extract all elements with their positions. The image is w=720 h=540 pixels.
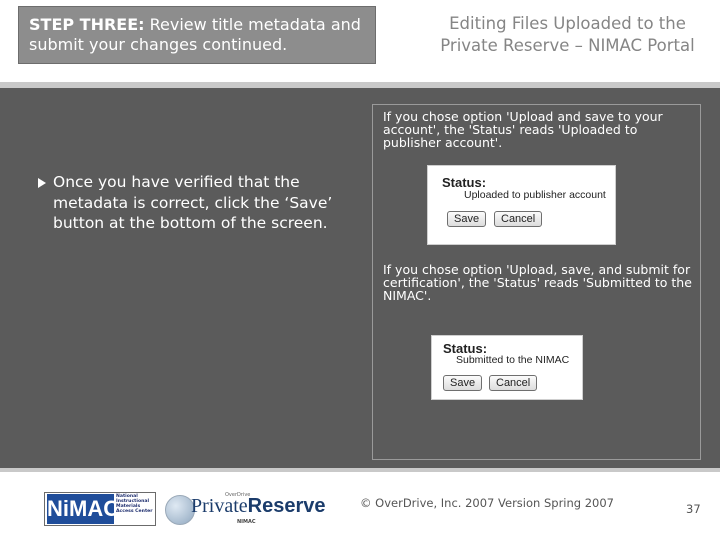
copyright-text: © OverDrive, Inc. 2007 Version Spring 20…: [360, 496, 614, 510]
instruction-text: Once you have verified that the metadata…: [53, 173, 333, 232]
status-value: Submitted to the NIMAC: [456, 354, 570, 366]
instruction-bullet: Once you have verified that the metadata…: [38, 172, 338, 234]
step-prefix: STEP THREE:: [29, 15, 145, 34]
private-reserve-logo: OverDrive PrivateReserve NIMAC: [165, 492, 335, 528]
status-examples-panel: If you chose option 'Upload and save to …: [372, 104, 701, 460]
bullet-arrow-icon: [38, 178, 46, 188]
slide-title-line2: Private Reserve – NIMAC Portal: [440, 36, 695, 55]
nimac-logo-subtext: National Instructional Materials Access …: [116, 494, 153, 514]
footer: NiMAC National Instructional Materials A…: [0, 472, 720, 540]
private-reserve-word-b: Reserve: [247, 495, 326, 517]
page-number: 37: [686, 502, 701, 516]
private-reserve-wordmark: PrivateReserve: [191, 495, 326, 518]
save-button[interactable]: Save: [447, 211, 487, 227]
note-upload-submit: If you chose option 'Upload, save, and s…: [383, 262, 692, 303]
save-button[interactable]: Save: [443, 375, 483, 391]
status-example-uploaded: Status: Uploaded to publisher account Sa…: [427, 165, 616, 245]
header-band: STEP THREE: Review title metadata and su…: [0, 0, 720, 88]
cancel-button[interactable]: Cancel: [494, 211, 543, 227]
cancel-button[interactable]: Cancel: [489, 375, 538, 391]
header-divider: [0, 82, 720, 88]
private-reserve-sub: NIMAC: [237, 519, 256, 525]
slide-title-line1: Editing Files Uploaded to the: [449, 14, 686, 33]
slide-title: Editing Files Uploaded to the Private Re…: [420, 13, 715, 57]
status-label: Status:: [442, 175, 487, 190]
status-value: Uploaded to publisher account: [464, 189, 606, 201]
note-upload-save: If you chose option 'Upload and save to …: [383, 109, 663, 150]
nimac-logo-wordmark: NiMAC: [47, 494, 119, 524]
nimac-logo: NiMAC National Instructional Materials A…: [44, 492, 156, 526]
private-reserve-word-a: Private: [191, 495, 248, 517]
status-example-submitted: Status: Submitted to the NIMAC Save Canc…: [431, 335, 583, 400]
step-heading: STEP THREE: Review title metadata and su…: [18, 6, 376, 64]
